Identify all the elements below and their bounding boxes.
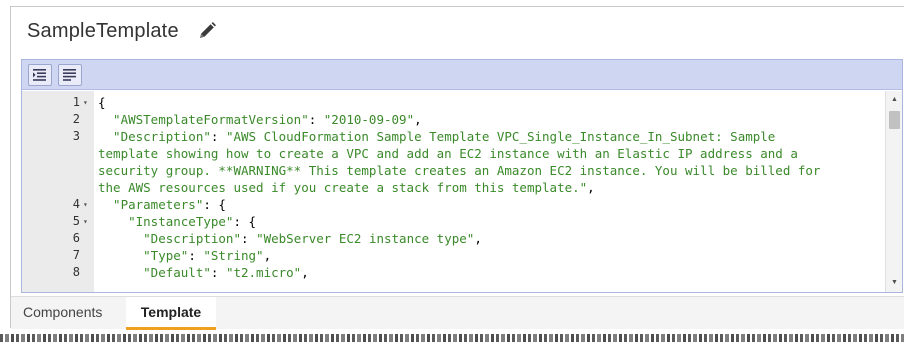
code-text: template showing how to create a VPC and… <box>98 145 798 162</box>
string-token: "String" <box>203 248 264 263</box>
punctuation-token: : <box>241 231 257 246</box>
vertical-scrollbar[interactable]: ▲ ▼ <box>885 91 902 292</box>
fold-toggle-icon[interactable]: ▾ <box>83 94 88 111</box>
fold-toggle-icon[interactable]: ▾ <box>83 213 88 230</box>
code-text: "Default": "t2.micro", <box>98 264 309 281</box>
string-token: "Parameters" <box>98 197 204 212</box>
code-text: "AWSTemplateFormatVersion": "2010-09-09"… <box>98 111 422 128</box>
punctuation-token: , <box>414 112 422 127</box>
format-indent-icon[interactable] <box>28 64 52 86</box>
code-text: { <box>98 94 106 111</box>
template-designer-panel: SampleTemplate 1 ▾ {2 "AWSTemplateForma… <box>10 6 904 330</box>
scroll-thumb[interactable] <box>889 111 900 129</box>
code-line: 6 "Description": "WebServer EC2 instance… <box>22 230 902 247</box>
punctuation-token: , <box>301 265 309 280</box>
code-text: "Description": "WebServer EC2 instance t… <box>98 230 482 247</box>
punctuation-token: : <box>188 248 204 263</box>
string-token: "Type" <box>98 248 189 263</box>
code-text: "Description": "AWS CloudFormation Sampl… <box>98 128 775 145</box>
string-token: "t2.micro" <box>225 265 302 280</box>
code-area[interactable]: 1 ▾{2 "AWSTemplateFormatVersion": "2010-0… <box>22 91 902 292</box>
tab-components[interactable]: Components <box>11 297 114 330</box>
punctuation-token: : { <box>233 214 257 229</box>
code-line: 1 ▾ { <box>22 94 902 111</box>
string-token: template showing how to create a VPC and… <box>98 146 798 161</box>
fold-toggle-icon[interactable]: ▾ <box>83 196 88 213</box>
code-line: 4 ▾ "Parameters": { <box>22 196 902 213</box>
code-line: 3 "Description": "AWS CloudFormation Sam… <box>22 128 902 145</box>
tab-template[interactable]: Template <box>126 297 216 330</box>
punctuation-token: : <box>210 265 226 280</box>
line-number: 7 <box>72 248 80 262</box>
editor-toolbar <box>22 60 902 90</box>
line-number: 6 <box>72 231 80 245</box>
string-token: "Description" <box>98 231 241 246</box>
code-editor: 1 ▾{2 "AWSTemplateFormatVersion": "2010-0… <box>21 59 903 293</box>
string-token: "InstanceType" <box>98 214 234 229</box>
line-number: 3 <box>72 129 80 143</box>
punctuation-token: : <box>210 129 226 144</box>
code-line: 5 ▾ "InstanceType": { <box>22 213 902 230</box>
code-text: "InstanceType": { <box>98 213 256 230</box>
line-number: 8 <box>72 265 80 279</box>
wrap-lines-icon[interactable] <box>58 64 82 86</box>
line-number: 4 <box>72 197 80 211</box>
code-text: "Parameters": { <box>98 196 226 213</box>
code-text: the AWS resources used if you create a s… <box>98 179 595 196</box>
scroll-up-arrow-icon[interactable]: ▲ <box>886 93 902 107</box>
pencil-icon[interactable] <box>197 21 217 41</box>
string-token: the AWS resources used if you create a s… <box>98 180 588 195</box>
cropped-background-strip <box>0 334 904 342</box>
string-token: "WebServer EC2 instance type" <box>256 231 475 246</box>
punctuation-token: , <box>474 231 482 246</box>
string-token: "Description" <box>98 129 211 144</box>
punctuation-token: , <box>587 180 595 195</box>
code-line: the AWS resources used if you create a s… <box>22 179 902 196</box>
title-bar: SampleTemplate <box>11 7 904 55</box>
string-token: security group. **WARNING** This templat… <box>98 163 821 178</box>
code-line: 2 "AWSTemplateFormatVersion": "2010-09-0… <box>22 111 902 128</box>
punctuation-token: : { <box>203 197 226 212</box>
bottom-tabs: Components Template <box>11 296 904 330</box>
code-line: template showing how to create a VPC and… <box>22 145 902 162</box>
line-number: 2 <box>72 112 80 126</box>
string-token: "AWSTemplateFormatVersion" <box>98 112 309 127</box>
template-title: SampleTemplate <box>27 20 179 42</box>
code-line: 8 "Default": "t2.micro", <box>22 264 902 281</box>
code-text: "Type": "String", <box>98 247 271 264</box>
punctuation-token: , <box>263 248 272 263</box>
code-line: security group. **WARNING** This templat… <box>22 162 902 179</box>
code-line: 7 "Type": "String", <box>22 247 902 264</box>
punctuation-token: { <box>98 95 106 110</box>
punctuation-token: : <box>308 112 324 127</box>
string-token: "Default" <box>98 265 211 280</box>
code-text: security group. **WARNING** This templat… <box>98 162 820 179</box>
line-number: 5 <box>72 214 80 228</box>
scroll-down-arrow-icon[interactable]: ▼ <box>886 276 902 290</box>
string-token: "2010-09-09" <box>323 112 415 127</box>
line-number: 1 <box>72 95 80 109</box>
string-token: "AWS CloudFormation Sample Template VPC_… <box>225 129 776 144</box>
